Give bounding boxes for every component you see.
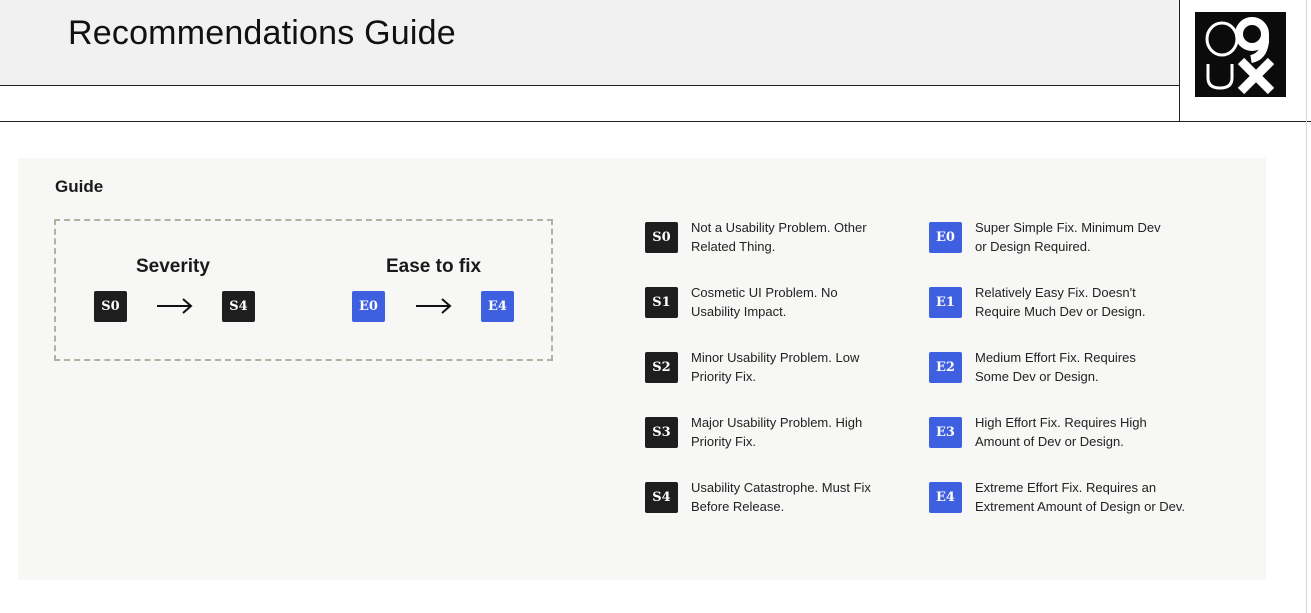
right-edge-rule — [1306, 0, 1307, 613]
severity-badge-s2: S2 — [645, 352, 678, 383]
logo-mark-icon — [1205, 17, 1275, 95]
severity-badge-s0: S0 — [645, 222, 678, 253]
ease-desc-e4: Extreme Effort Fix. Requires an Extremen… — [975, 480, 1186, 514]
ease-desc-e2: Medium Effort Fix. Requires Some Dev or … — [975, 350, 1136, 384]
severity-arrow-icon — [157, 298, 193, 314]
severity-badge-s4: S4 — [645, 482, 678, 513]
ease-desc-e0: Super Simple Fix. Minimum Dev or Design … — [975, 220, 1161, 254]
guide-heading: Guide — [55, 177, 104, 196]
severity-desc-s4: Usability Catastrophe. Must Fix Before R… — [691, 480, 871, 514]
severity-from-badge: S0 — [94, 291, 127, 322]
severity-desc-s1: Cosmetic UI Problem. No Usability Impact… — [691, 285, 838, 319]
header-subband — [0, 86, 1180, 122]
scale-summary-box — [54, 219, 553, 361]
ease-badge-e4: E4 — [929, 482, 962, 513]
ease-to-badge: E4 — [481, 291, 514, 322]
severity-desc-s2: Minor Usability Problem. Low Priority Fi… — [691, 350, 860, 384]
ease-desc-e3: High Effort Fix. Requires High Amount of… — [975, 415, 1147, 449]
severity-badge-s1: S1 — [645, 287, 678, 318]
ease-badge-e1: E1 — [929, 287, 962, 318]
logo-09ux — [1195, 12, 1286, 97]
header-band: Recommendations Guide — [0, 0, 1180, 86]
ease-badge-e0: E0 — [929, 222, 962, 253]
severity-desc-s3: Major Usability Problem. High Priority F… — [691, 415, 863, 449]
ease-badge-e2: E2 — [929, 352, 962, 383]
ease-heading: Ease to fix — [386, 256, 482, 277]
ease-desc-e1: Relatively Easy Fix. Doesn't Require Muc… — [975, 285, 1146, 319]
header-divider — [0, 121, 1311, 122]
ease-from-badge: E0 — [352, 291, 385, 322]
page-title: Recommendations Guide — [68, 14, 456, 52]
ease-arrow-icon — [416, 298, 452, 314]
severity-heading: Severity — [136, 256, 210, 277]
ease-badge-e3: E3 — [929, 417, 962, 448]
severity-to-badge: S4 — [222, 291, 255, 322]
severity-badge-s3: S3 — [645, 417, 678, 448]
severity-desc-s0: Not a Usability Problem. Other Related T… — [691, 220, 867, 254]
